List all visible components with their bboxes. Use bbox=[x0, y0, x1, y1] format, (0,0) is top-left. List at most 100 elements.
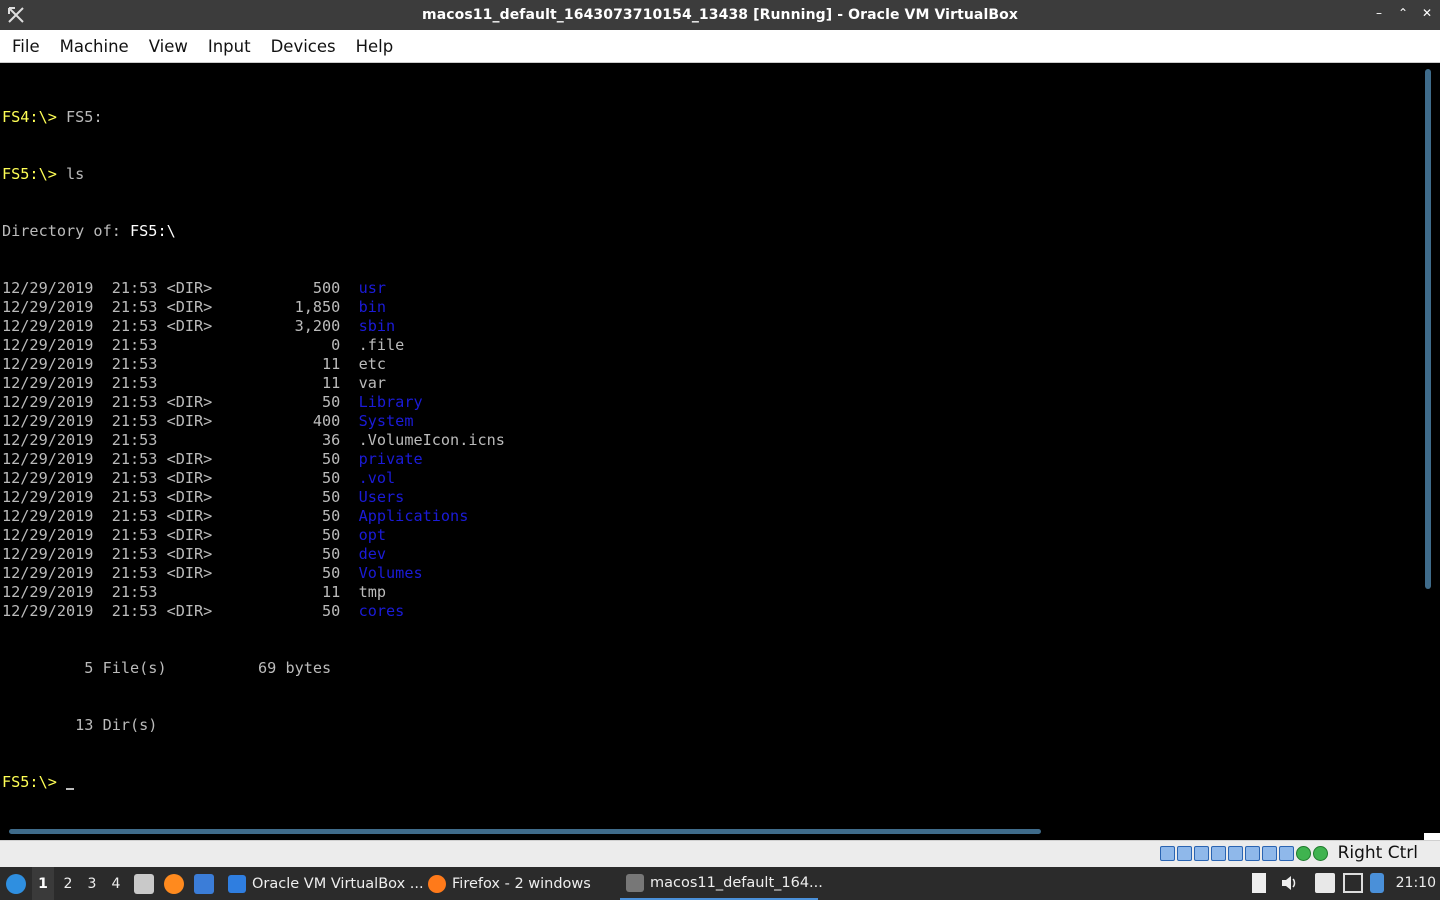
directory-entry: 12/29/2019 21:53 <DIR> 50 Library bbox=[2, 393, 505, 412]
task-virtualbox-manager[interactable]: Oracle VM VirtualBox ... bbox=[222, 867, 424, 900]
entry-meta: 12/29/2019 21:53 <DIR> 50 bbox=[2, 469, 359, 487]
entry-meta: 12/29/2019 21:53 <DIR> 3,200 bbox=[2, 317, 359, 335]
optical-drive-icon[interactable] bbox=[1177, 846, 1192, 861]
directory-name: private bbox=[358, 450, 423, 468]
clock[interactable]: 21:10 bbox=[1396, 867, 1436, 900]
vertical-scrollbar[interactable] bbox=[1425, 69, 1431, 589]
entry-meta: 12/29/2019 21:53 <DIR> 50 bbox=[2, 393, 359, 411]
audio-icon[interactable] bbox=[1194, 846, 1209, 861]
firefox-launcher[interactable] bbox=[164, 867, 184, 900]
shell-command: FS5: bbox=[56, 108, 103, 126]
mouse-integration-icon[interactable] bbox=[1296, 846, 1311, 861]
shell-prompt: FS5:\> bbox=[2, 165, 57, 183]
entry-meta: 12/29/2019 21:53 11 bbox=[2, 583, 359, 601]
directory-entry: 12/29/2019 21:53 <DIR> 400 System bbox=[2, 412, 505, 431]
file-name: tmp bbox=[358, 583, 387, 601]
directory-entry: 12/29/2019 21:53 <DIR> 50 Users bbox=[2, 488, 505, 507]
entry-meta: 12/29/2019 21:53 11 bbox=[2, 374, 359, 392]
horizontal-scrollbar[interactable] bbox=[9, 829, 1041, 834]
workspace-1[interactable]: 1 bbox=[32, 867, 54, 900]
notification-icon[interactable] bbox=[1370, 873, 1384, 893]
display-icon[interactable] bbox=[1262, 846, 1277, 861]
directory-name: sbin bbox=[358, 317, 396, 335]
usb-icon[interactable] bbox=[1228, 846, 1243, 861]
directory-name: Users bbox=[358, 488, 405, 506]
directory-name: bin bbox=[358, 298, 387, 316]
directory-name: dev bbox=[358, 545, 387, 563]
terminal-line: FS5:\> bbox=[2, 773, 505, 792]
directory-entry: 12/29/2019 21:53 <DIR> 50 opt bbox=[2, 526, 505, 545]
efi-shell-terminal[interactable]: FS4:\> FS5: FS5:\> ls Directory of: FS5:… bbox=[2, 70, 505, 830]
file-name: .file bbox=[358, 336, 405, 354]
directory-name: Volumes bbox=[358, 564, 423, 582]
clipboard-icon[interactable] bbox=[1315, 873, 1335, 893]
directory-entry: 12/29/2019 21:53 <DIR> 500 usr bbox=[2, 279, 505, 298]
cpu-icon[interactable] bbox=[1313, 846, 1328, 861]
hard-disk-icon[interactable] bbox=[1160, 846, 1175, 861]
directory-name: System bbox=[358, 412, 414, 430]
virtualbox-app-icon bbox=[8, 7, 24, 23]
terminal-line: FS4:\> FS5: bbox=[2, 108, 505, 127]
menu-devices[interactable]: Devices bbox=[261, 30, 346, 63]
entry-meta: 12/29/2019 21:53 <DIR> 50 bbox=[2, 450, 359, 468]
directory-entry: 12/29/2019 21:53 <DIR> 3,200 sbin bbox=[2, 317, 505, 336]
start-menu-icon[interactable] bbox=[6, 874, 26, 894]
task-macos-vm[interactable]: macos11_default_164... bbox=[620, 867, 823, 900]
menu-help[interactable]: Help bbox=[346, 30, 404, 63]
network-icon[interactable] bbox=[1211, 846, 1226, 861]
menu-input[interactable]: Input bbox=[198, 30, 261, 63]
file-manager-launcher[interactable] bbox=[134, 867, 154, 900]
shell-prompt: FS4:\> bbox=[2, 108, 57, 126]
workspace-4[interactable]: 4 bbox=[105, 867, 127, 900]
virtualbox-vm-icon bbox=[626, 873, 644, 892]
task-firefox[interactable]: Firefox - 2 windows bbox=[422, 867, 618, 900]
volume-icon[interactable] bbox=[1280, 873, 1298, 893]
device-status-icons bbox=[1160, 846, 1328, 861]
directory-listing: 12/29/2019 21:53 <DIR> 500 usr 12/29/2019… bbox=[2, 279, 505, 621]
menu-machine[interactable]: Machine bbox=[50, 30, 139, 63]
workspace-3[interactable]: 3 bbox=[81, 867, 103, 900]
maximize-button[interactable]: ⌃ bbox=[1398, 6, 1408, 20]
directory-name: Library bbox=[358, 393, 423, 411]
window-titlebar[interactable]: macos11_default_1643073710154_13438 [Run… bbox=[0, 0, 1440, 30]
entry-meta: 12/29/2019 21:53 <DIR> 50 bbox=[2, 488, 359, 506]
entry-meta: 12/29/2019 21:53 <DIR> 400 bbox=[2, 412, 359, 430]
shared-folders-icon[interactable] bbox=[1245, 846, 1260, 861]
shell-prompt: FS5:\> bbox=[2, 773, 57, 791]
directory-name: usr bbox=[358, 279, 387, 297]
entry-meta: 12/29/2019 21:53 36 bbox=[2, 431, 359, 449]
battery-icon[interactable] bbox=[1252, 873, 1266, 893]
directory-entry: 12/29/2019 21:53 <DIR> 50 .vol bbox=[2, 469, 505, 488]
menu-view[interactable]: View bbox=[139, 30, 198, 63]
entry-meta: 12/29/2019 21:53 <DIR> 50 bbox=[2, 526, 359, 544]
video-capture-icon[interactable] bbox=[1279, 846, 1294, 861]
entry-meta: 12/29/2019 21:53 <DIR> 50 bbox=[2, 545, 359, 563]
directory-name: cores bbox=[358, 602, 405, 620]
directory-entry: 12/29/2019 21:53 36 .VolumeIcon.icns bbox=[2, 431, 505, 450]
directory-path: FS5:\ bbox=[130, 222, 176, 240]
terminal-line: Directory of: FS5:\ bbox=[2, 222, 505, 241]
directory-name: .vol bbox=[358, 469, 396, 487]
entry-meta: 12/29/2019 21:53 <DIR> 50 bbox=[2, 564, 359, 582]
summary-files: 5 File(s) 69 bytes bbox=[2, 659, 332, 677]
terminal-line: FS5:\> ls bbox=[2, 165, 505, 184]
close-button[interactable]: ✕ bbox=[1422, 6, 1432, 20]
host-key-label[interactable]: Right Ctrl bbox=[1338, 843, 1418, 863]
file-name: var bbox=[358, 374, 387, 392]
minimize-button[interactable]: – bbox=[1374, 6, 1384, 20]
directory-name: opt bbox=[358, 526, 387, 544]
text-cursor bbox=[66, 788, 75, 790]
firefox-icon bbox=[428, 874, 446, 893]
vm-status-bar: Right Ctrl bbox=[0, 840, 1440, 867]
summary-dirs: 13 Dir(s) bbox=[2, 716, 158, 734]
network-tray-icon[interactable] bbox=[1343, 873, 1363, 893]
directory-entry: 12/29/2019 21:53 <DIR> 50 private bbox=[2, 450, 505, 469]
directory-entry: 12/29/2019 21:53 <DIR> 50 Applications bbox=[2, 507, 505, 526]
entry-meta: 12/29/2019 21:53 0 bbox=[2, 336, 359, 354]
directory-entry: 12/29/2019 21:53 <DIR> 1,850 bin bbox=[2, 298, 505, 317]
vm-display[interactable]: FS4:\> FS5: FS5:\> ls Directory of: FS5:… bbox=[0, 63, 1440, 840]
entry-meta: 12/29/2019 21:53 <DIR> 1,850 bbox=[2, 298, 359, 316]
desktop-launcher[interactable] bbox=[194, 867, 214, 900]
menu-file[interactable]: File bbox=[2, 30, 50, 63]
workspace-2[interactable]: 2 bbox=[57, 867, 79, 900]
